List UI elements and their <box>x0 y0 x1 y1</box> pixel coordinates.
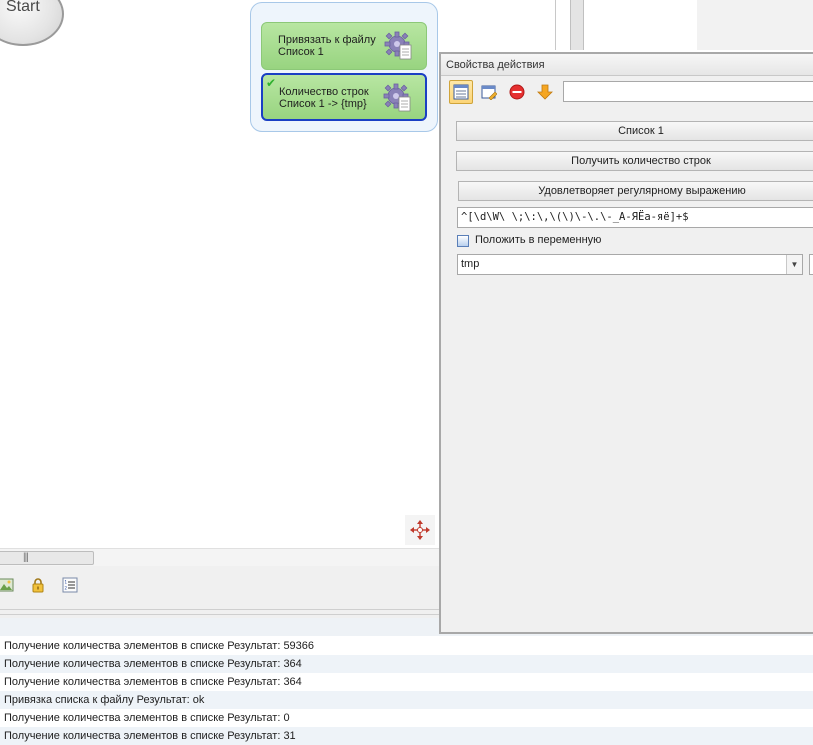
node-subtitle: Список 1 <box>278 46 324 58</box>
scrollbar-thumb[interactable]: ||| <box>0 551 94 565</box>
panel-divider <box>555 0 556 50</box>
save-to-variable-checkbox[interactable] <box>457 235 469 247</box>
action-properties-panel: Свойства действия Список 1 Получить коли… <box>439 52 813 634</box>
edit-icon[interactable] <box>477 80 501 104</box>
condition-select-button[interactable]: Удовлетворяет регулярному выражению <box>458 181 813 201</box>
node-title: Привязать к файлу <box>278 34 376 46</box>
check-icon: ✔ <box>266 76 277 90</box>
move-icon[interactable] <box>405 515 435 545</box>
operation-select-button[interactable]: Получить количество строк <box>456 151 813 171</box>
list-icon[interactable]: 1 2 <box>62 577 78 593</box>
log-row[interactable]: Получение количества элементов в списке … <box>0 673 813 691</box>
log-row[interactable]: Получение количества элементов в списке … <box>0 727 813 745</box>
lock-icon[interactable] <box>30 577 46 593</box>
grip-icon: ||| <box>23 552 29 563</box>
action-node-row-count[interactable]: ✔ Количество строк Список 1 -> {tmp} <box>261 73 427 121</box>
horizontal-scrollbar[interactable]: ||| <box>0 548 440 566</box>
log-row[interactable]: Получение количества элементов в списке … <box>0 709 813 727</box>
log-row[interactable]: Получение количества элементов в списке … <box>0 655 813 673</box>
node-text: Количество строк Список 1 -> {tmp} <box>279 86 369 110</box>
regex-input[interactable]: ^[\d\W\ \;\:\,\(\)\-\.\-_A-ЯЁа-яё]+$ <box>457 207 813 228</box>
gear-document-icon <box>383 83 411 112</box>
action-group[interactable]: Привязать к файлу Список 1 ✔ Количество … <box>250 2 438 132</box>
variable-extra-button[interactable] <box>809 254 813 275</box>
gear-document-icon <box>384 31 412 60</box>
start-label: Start <box>6 0 40 15</box>
stop-icon[interactable] <box>505 80 529 104</box>
properties-search-input[interactable] <box>563 81 813 102</box>
chevron-down-icon[interactable]: ▼ <box>786 255 802 274</box>
view-icon[interactable] <box>449 80 473 104</box>
log-row[interactable]: Получение количества элементов в списке … <box>0 637 813 655</box>
log-row[interactable]: Привязка списка к файлу Результат: ok <box>0 691 813 709</box>
image-icon[interactable] <box>0 577 14 593</box>
variable-select[interactable]: tmp ▼ <box>457 254 803 275</box>
checkbox-label: Положить в переменную <box>475 234 602 246</box>
variable-value: tmp <box>461 258 480 270</box>
log-splitter[interactable] <box>0 606 440 618</box>
bottom-toolbar: 1 2 <box>0 566 440 606</box>
panel-title: Свойства действия <box>441 54 813 76</box>
action-node-bind-file[interactable]: Привязать к файлу Список 1 <box>261 22 427 70</box>
panel-splitter[interactable] <box>570 0 584 50</box>
node-title: Количество строк <box>279 86 369 98</box>
log-list[interactable]: Получение количества элементов в списке … <box>0 637 813 745</box>
arrow-down-icon[interactable] <box>533 80 557 104</box>
node-text: Привязать к файлу Список 1 <box>278 34 376 58</box>
side-panel <box>697 0 813 50</box>
list-select-button[interactable]: Список 1 <box>456 121 813 141</box>
node-subtitle: Список 1 -> {tmp} <box>279 98 367 110</box>
